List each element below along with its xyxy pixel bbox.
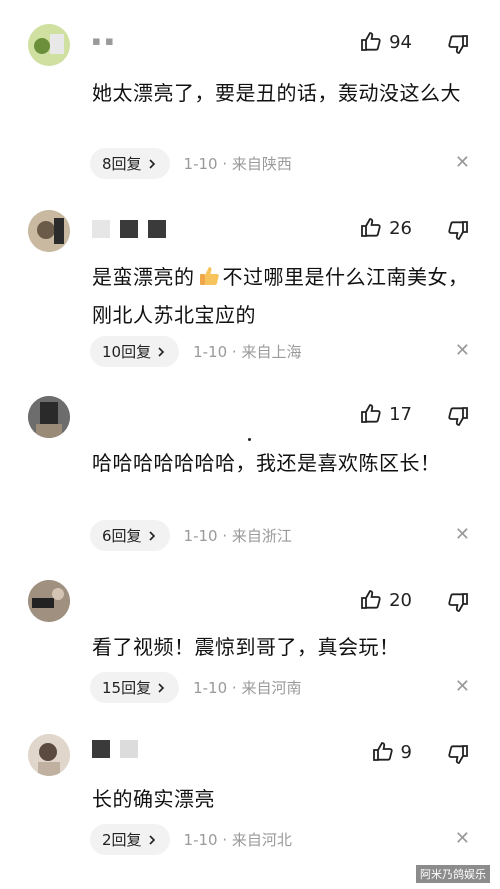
username[interactable]: [92, 218, 166, 240]
like-count: 9: [400, 741, 412, 763]
comment-text: 她太漂亮了，要是丑的话，轰动没这么大: [92, 81, 461, 105]
close-icon[interactable]: ✕: [455, 676, 470, 697]
like-button[interactable]: 20: [359, 588, 412, 612]
dislike-button[interactable]: [446, 590, 470, 618]
like-button[interactable]: 17: [359, 402, 412, 426]
thumb-up-icon: [361, 32, 381, 51]
thumb-down-icon: [448, 407, 468, 426]
thumb-up-icon: [361, 218, 381, 237]
dislike-button[interactable]: [446, 32, 470, 60]
comment-text: 哈哈哈哈哈哈哈，我还是喜欢陈区长！: [92, 451, 441, 475]
comment-text: 看了视频！震惊到哥了，真会玩！: [92, 635, 400, 659]
thumb-up-icon: [361, 404, 381, 423]
username-mosaic: [92, 740, 110, 758]
reply-button[interactable]: 15回复: [90, 672, 180, 703]
reply-button[interactable]: 6回复: [90, 520, 170, 551]
like-button[interactable]: 26: [359, 216, 412, 240]
chevron-right-icon: [148, 530, 155, 541]
reply-count: 2回复: [102, 831, 142, 849]
thumbs-up-emoji-icon: [199, 267, 219, 285]
like-button[interactable]: 9: [371, 740, 412, 764]
avatar[interactable]: [28, 580, 70, 622]
reply-count: 6回复: [102, 527, 142, 545]
thumb-up-icon: [361, 590, 381, 609]
username[interactable]: ▪ ▪: [92, 30, 114, 52]
thumb-down-icon: [448, 593, 468, 612]
date-location: 1-10 · 来自陕西: [183, 155, 292, 173]
avatar[interactable]: [28, 210, 70, 252]
watermark: 阿米乃鸽娱乐: [416, 865, 490, 883]
comment-text: 是蛮漂亮的 不过哪里是什么江南美女，刚北人苏北宝应的: [92, 258, 472, 334]
like-button[interactable]: 94: [359, 30, 412, 54]
date-location: 1-10 · 来自上海: [193, 343, 302, 361]
dislike-button[interactable]: [446, 404, 470, 432]
dislike-button[interactable]: [446, 218, 470, 246]
like-count: 26: [389, 217, 412, 239]
username-mosaic: [120, 740, 138, 758]
chevron-right-icon: [158, 682, 165, 693]
thumb-down-icon: [448, 35, 468, 54]
avatar[interactable]: [28, 24, 70, 66]
username[interactable]: [92, 738, 138, 760]
reply-count: 15回复: [102, 679, 152, 697]
reply-button[interactable]: 2回复: [90, 824, 170, 855]
reply-button[interactable]: 8回复: [90, 148, 170, 179]
chevron-right-icon: [148, 834, 155, 845]
like-count: 17: [389, 403, 412, 425]
chevron-right-icon: [158, 346, 165, 357]
date-location: 1-10 · 来自河南: [193, 679, 302, 697]
close-icon[interactable]: ✕: [455, 524, 470, 545]
reply-count: 8回复: [102, 155, 142, 173]
close-icon[interactable]: ✕: [455, 340, 470, 361]
thumb-down-icon: [448, 221, 468, 240]
close-icon[interactable]: ✕: [455, 152, 470, 173]
username-mosaic: [120, 220, 138, 238]
like-count: 20: [389, 589, 412, 611]
dot: [248, 438, 251, 441]
username-mosaic: [148, 220, 166, 238]
username-text: ▪ ▪: [92, 33, 114, 49]
close-icon[interactable]: ✕: [455, 828, 470, 849]
thumb-down-icon: [448, 745, 468, 764]
avatar[interactable]: [28, 734, 70, 776]
date-location: 1-10 · 来自河北: [183, 831, 292, 849]
dislike-button[interactable]: [446, 742, 470, 770]
comment-text: 长的确实漂亮: [92, 787, 215, 811]
like-count: 94: [389, 31, 412, 53]
date-location: 1-10 · 来自浙江: [183, 527, 292, 545]
avatar[interactable]: [28, 396, 70, 438]
reply-count: 10回复: [102, 343, 152, 361]
thumb-up-icon: [372, 742, 393, 761]
comment-text-part: 是蛮漂亮的: [92, 265, 195, 289]
chevron-right-icon: [148, 158, 155, 169]
username-mosaic: [92, 220, 110, 238]
reply-button[interactable]: 10回复: [90, 336, 180, 367]
